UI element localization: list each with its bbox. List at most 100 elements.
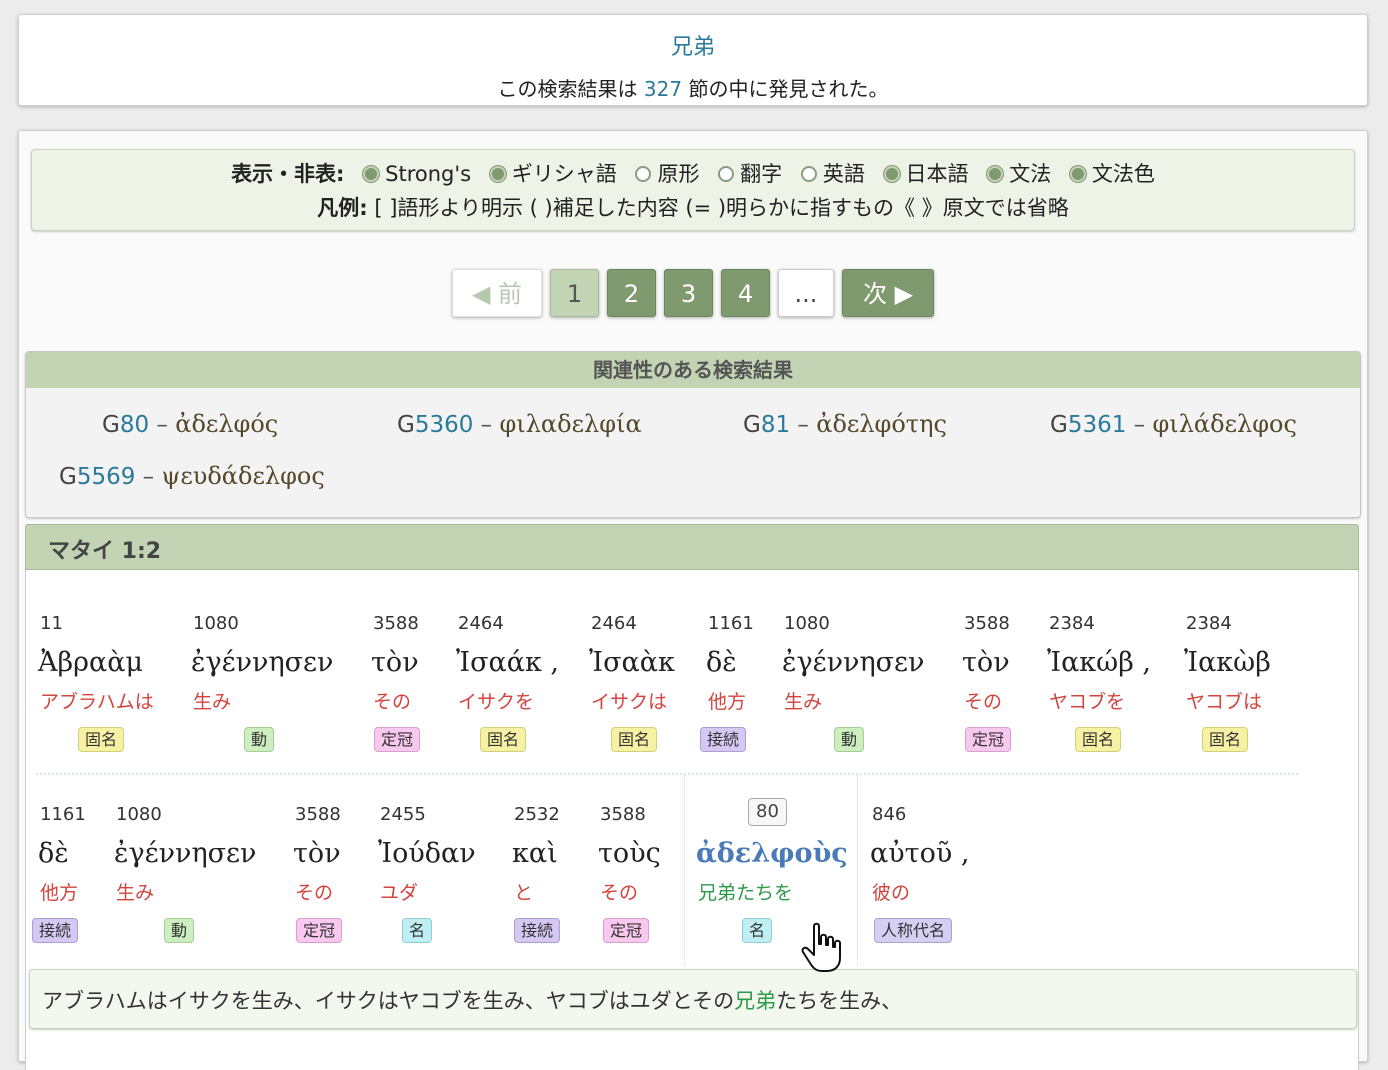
strongs-number[interactable]: 1080 [193, 613, 239, 634]
strongs-number[interactable]: 1080 [784, 613, 830, 634]
greek-word[interactable]: καὶ [512, 838, 558, 869]
strongs-number[interactable]: 1161 [708, 613, 754, 634]
greek-word[interactable]: δὲ [706, 647, 737, 678]
related-item[interactable]: G80 – ἀδελφός [102, 410, 278, 438]
related-item[interactable]: G5569 – ψευδάδελφος [59, 462, 325, 490]
grammar-tag[interactable]: 名 [402, 918, 433, 943]
strongs-number[interactable]: 3588 [600, 804, 646, 825]
greek-word[interactable]: ἐγέννησεν [782, 647, 924, 678]
greek-word[interactable]: τὸν [962, 647, 1010, 678]
greek-word[interactable]: τοὺς [598, 838, 661, 869]
toggle-greek[interactable]: ギリシャ語 [478, 162, 617, 186]
japanese-gloss: その [964, 691, 1003, 713]
radio-icon[interactable] [987, 166, 1004, 182]
search-info-panel: 兄弟 この検索結果は 327 節の中に発見された。 [18, 14, 1368, 106]
japanese-gloss: アブラハムは [40, 691, 154, 713]
toggle-grammar[interactable]: 文法 [975, 162, 1051, 186]
japanese-gloss: その [600, 882, 639, 904]
page-2-button[interactable]: 2 [607, 269, 656, 317]
radio-icon[interactable] [883, 166, 900, 182]
strongs-number[interactable]: 2455 [380, 804, 426, 825]
greek-word[interactable]: ἀδελφοὺς [696, 838, 848, 869]
grammar-tag[interactable]: 接続 [700, 727, 747, 752]
greek-word[interactable]: δὲ [38, 838, 69, 869]
strongs-number[interactable]: 1161 [40, 804, 86, 825]
toggle-grammar-color[interactable]: 文法色 [1058, 162, 1155, 186]
related-item[interactable]: G5360 – φιλαδελφία [397, 410, 642, 438]
verse-reference[interactable]: マタイ 1:2 [48, 533, 161, 565]
grammar-tag[interactable]: 定冠 [374, 727, 421, 752]
greek-word[interactable]: τὸν [371, 647, 419, 678]
grammar-tag[interactable]: 接続 [32, 918, 79, 943]
grammar-tag[interactable]: 人称代名 [874, 918, 953, 943]
japanese-gloss: 他方 [40, 882, 79, 904]
strongs-number[interactable]: 3588 [964, 613, 1010, 634]
greek-word[interactable]: ἐγέννησεν [114, 838, 256, 869]
grammar-tag[interactable]: 固名 [78, 727, 125, 752]
prev-page-button[interactable]: ◀ 前 [452, 269, 542, 317]
strongs-number[interactable]: 2532 [514, 804, 560, 825]
toggle-japanese[interactable]: 日本語 [872, 162, 969, 186]
verse-header: マタイ 1:2 [25, 524, 1359, 570]
page-3-button[interactable]: 3 [664, 269, 713, 317]
result-suffix: 節の中に発見された。 [682, 77, 889, 101]
result-prefix: この検索結果は [497, 77, 644, 101]
toggle-transliteration[interactable]: 翻字 [706, 162, 782, 186]
strongs-number[interactable]: 846 [872, 804, 906, 825]
radio-icon[interactable] [718, 166, 735, 182]
grammar-tag[interactable]: 固名 [480, 727, 527, 752]
greek-word[interactable]: Ἀβραὰμ [38, 647, 143, 678]
toggle-english[interactable]: 英語 [789, 162, 865, 186]
grammar-tag[interactable]: 定冠 [603, 918, 650, 943]
grammar-tag[interactable]: 固名 [611, 727, 658, 752]
page-1-button[interactable]: 1 [550, 269, 599, 317]
greek-word[interactable]: ἐγέννησεν [191, 647, 333, 678]
grammar-tag[interactable]: 固名 [1075, 727, 1122, 752]
japanese-gloss: ヤコブを [1049, 691, 1126, 713]
page-4-button[interactable]: 4 [721, 269, 770, 317]
greek-word[interactable]: Ἰακώβ , [1047, 647, 1151, 678]
grammar-tag[interactable]: 接続 [514, 918, 561, 943]
related-item[interactable]: G81 – ἀδελφότης [743, 410, 947, 438]
strongs-number[interactable]: 1080 [116, 804, 162, 825]
strongs-number[interactable]: 2464 [591, 613, 637, 634]
strongs-number[interactable]: 3588 [295, 804, 341, 825]
greek-word[interactable]: Ἰακὼβ [1184, 647, 1271, 678]
greek-word[interactable]: Ἰσαάκ , [456, 647, 559, 678]
display-toggle-row: 表示・非表: Strong's ギリシャ語 原形 翻字 英語 日本語 文法 文法… [32, 158, 1354, 188]
toggle-lemma[interactable]: 原形 [623, 162, 699, 186]
strongs-number[interactable]: 2384 [1186, 613, 1232, 634]
translation-highlight: 兄弟 [734, 989, 777, 1013]
grammar-tag[interactable]: 動 [834, 727, 865, 752]
toggle-strongs[interactable]: Strong's [351, 162, 471, 186]
hand-cursor-icon [801, 922, 841, 972]
strongs-number[interactable]: 2464 [458, 613, 504, 634]
radio-icon[interactable] [1069, 166, 1086, 182]
verse-translation: アブラハムはイサクを生み、イサクはヤコブを生み、ヤコブはユダとその兄弟たちを生み… [29, 969, 1357, 1029]
greek-word[interactable]: Ἰούδαν [378, 838, 476, 869]
radio-icon[interactable] [363, 166, 380, 182]
japanese-gloss: 他方 [708, 691, 747, 713]
radio-icon[interactable] [635, 166, 652, 182]
greek-word[interactable]: Ἰσαὰκ [589, 647, 675, 678]
radio-icon[interactable] [489, 166, 506, 182]
strongs-number-badge[interactable]: 80 [748, 798, 787, 826]
grammar-tag[interactable]: 動 [164, 918, 195, 943]
strongs-number[interactable]: 11 [40, 613, 63, 634]
greek-word[interactable]: τὸν [293, 838, 341, 869]
strongs-number[interactable]: 3588 [373, 613, 419, 634]
greek-word[interactable]: αὐτοῦ , [870, 838, 969, 869]
strongs-number[interactable]: 2384 [1049, 613, 1095, 634]
japanese-gloss: 生み [193, 691, 232, 713]
pagination: ◀ 前 1 2 3 4 ... 次 ▶ [19, 269, 1367, 317]
radio-icon[interactable] [800, 166, 817, 182]
grammar-tag[interactable]: 名 [742, 918, 773, 943]
related-item[interactable]: G5361 – φιλάδελφος [1050, 410, 1297, 438]
grammar-tag[interactable]: 動 [244, 727, 275, 752]
grammar-tag[interactable]: 固名 [1202, 727, 1249, 752]
next-page-button[interactable]: 次 ▶ [842, 269, 934, 317]
grammar-tag[interactable]: 定冠 [965, 727, 1012, 752]
search-query[interactable]: 兄弟 [19, 29, 1367, 61]
grammar-tag[interactable]: 定冠 [296, 918, 343, 943]
japanese-gloss: ヤコブは [1186, 691, 1263, 713]
